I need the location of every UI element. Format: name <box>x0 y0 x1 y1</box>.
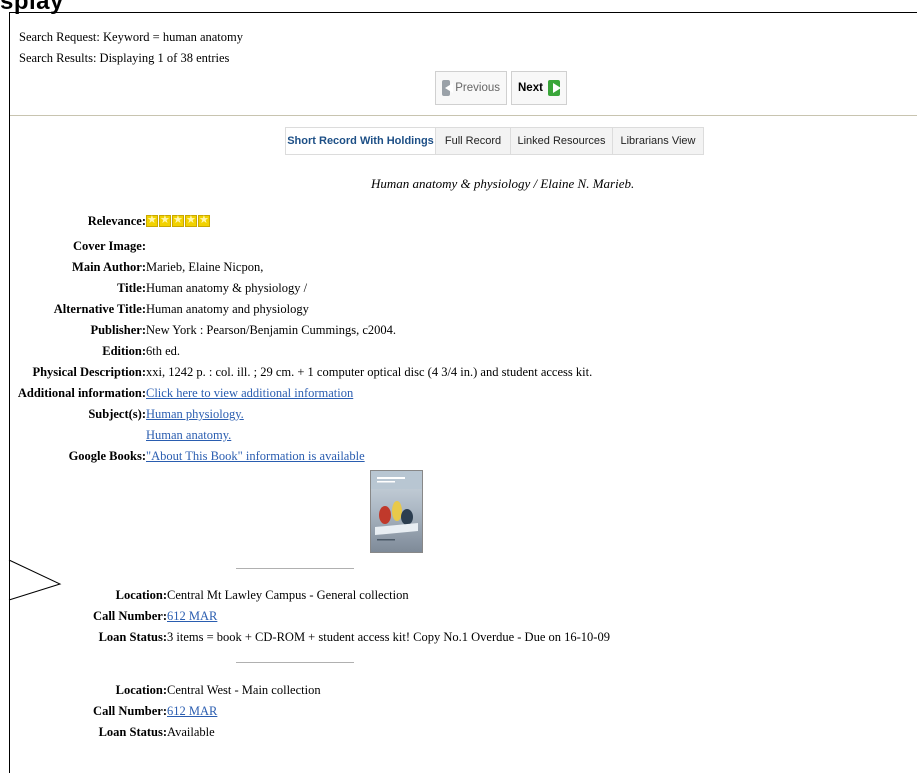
star-icon <box>172 213 184 227</box>
record-tabs: Short Record With Holdings Full Record L… <box>285 127 704 155</box>
holding-1-loan-status-value: 3 items = book + CD-ROM + student access… <box>167 630 610 644</box>
holding-2-location-label: Location: <box>115 683 167 697</box>
record-title: Human anatomy & physiology / Elaine N. M… <box>371 176 635 191</box>
field-subjects-cont: Human anatomy. <box>0 428 917 446</box>
publisher-label: Publisher: <box>90 323 146 337</box>
title-value: Human anatomy & physiology / <box>146 281 308 295</box>
holding-divider-1 <box>236 568 354 569</box>
field-main-author: Main Author: Marieb, Elaine Nicpon, <box>0 260 917 278</box>
book-cover-thumbnail[interactable] <box>370 470 423 553</box>
holding-divider-2 <box>236 662 354 663</box>
holding-2-call-number: Call Number: 612 MAR <box>0 704 917 722</box>
header-divider <box>10 115 917 116</box>
edition-label: Edition: <box>102 344 146 358</box>
star-icon <box>185 213 197 227</box>
star-icon <box>146 213 158 227</box>
next-label: Next <box>518 82 543 94</box>
holding-1-call-number-link[interactable]: 612 MAR <box>167 609 217 624</box>
relevance-stars <box>146 213 210 229</box>
title-label: Title: <box>117 281 146 295</box>
alternative-title-label: Alternative Title: <box>53 302 146 316</box>
holding-1-loan-status-label: Loan Status: <box>98 630 167 644</box>
cover-image-label: Cover Image: <box>72 239 146 253</box>
book-cover-art <box>371 471 422 541</box>
subject-link-human-anatomy[interactable]: Human anatomy. <box>146 428 231 443</box>
google-books-label: Google Books: <box>68 449 146 463</box>
publisher-value: New York : Pearson/Benjamin Cummings, c2… <box>146 323 396 337</box>
holding-1-location: Location: Central Mt Lawley Campus - Gen… <box>0 588 917 606</box>
search-request: Search Request: Keyword = human anatomy <box>19 30 244 44</box>
holding-2-call-number-link[interactable]: 612 MAR <box>167 704 217 719</box>
field-subjects: Subject(s): Human physiology. <box>0 407 917 425</box>
star-icon <box>198 213 210 227</box>
field-physical-description: Physical Description: xxi, 1242 p. : col… <box>0 365 917 383</box>
main-author-label: Main Author: <box>72 260 146 274</box>
holding-1-call-number: Call Number: 612 MAR <box>0 609 917 627</box>
additional-information-link[interactable]: Click here to view additional informatio… <box>146 386 353 401</box>
physical-description-value: xxi, 1242 p. : col. ill. ; 29 cm. + 1 co… <box>146 365 593 379</box>
previous-button[interactable]: Previous <box>435 71 507 105</box>
tab-short-record[interactable]: Short Record With Holdings <box>285 127 436 155</box>
field-publisher: Publisher: New York : Pearson/Benjamin C… <box>0 323 917 341</box>
field-title: Title: Human anatomy & physiology / <box>0 281 917 299</box>
physical-description-label: Physical Description: <box>32 365 146 379</box>
alternative-title-value: Human anatomy and physiology <box>146 302 309 316</box>
holding-1-location-label: Location: <box>115 588 167 602</box>
field-cover-image: Cover Image: <box>0 239 917 257</box>
subject-link-human-physiology[interactable]: Human physiology. <box>146 407 244 422</box>
holding-2-loan-status: Loan Status: Available <box>0 725 917 743</box>
arrow-right-icon <box>547 80 562 96</box>
holding-1-call-number-label: Call Number: <box>93 609 167 623</box>
additional-information-label: Additional information: <box>17 386 146 400</box>
field-edition: Edition: 6th ed. <box>0 344 917 362</box>
main-author-value: Marieb, Elaine Nicpon, <box>146 260 264 274</box>
holding-2-location-value: Central West - Main collection <box>167 683 321 697</box>
holding-1-location-value: Central Mt Lawley Campus - General colle… <box>167 588 409 602</box>
tab-full-record[interactable]: Full Record <box>435 127 511 155</box>
next-button[interactable]: Next <box>511 71 567 105</box>
field-alternative-title: Alternative Title: Human anatomy and phy… <box>0 302 917 320</box>
pager: Previous Next <box>435 71 567 105</box>
field-google-books: Google Books: "About This Book" informat… <box>0 449 917 467</box>
star-icon <box>159 213 171 227</box>
holding-2-loan-status-value: Available <box>167 725 215 739</box>
holding-2-loan-status-label: Loan Status: <box>98 725 167 739</box>
field-relevance: Relevance: <box>0 213 917 232</box>
tab-librarians-view[interactable]: Librarians View <box>612 127 704 155</box>
subjects-label: Subject(s): <box>88 407 146 421</box>
previous-label: Previous <box>455 82 500 94</box>
holding-1-loan-status: Loan Status: 3 items = book + CD-ROM + s… <box>0 630 917 648</box>
holding-2-call-number-label: Call Number: <box>93 704 167 718</box>
field-additional-information: Additional information: Click here to vi… <box>0 386 917 404</box>
google-books-link[interactable]: "About This Book" information is availab… <box>146 449 365 464</box>
search-results: Search Results: Displaying 1 of 38 entri… <box>19 51 230 65</box>
relevance-label: Relevance: <box>87 214 146 228</box>
edition-value: 6th ed. <box>146 344 181 358</box>
tab-linked-resources[interactable]: Linked Resources <box>510 127 613 155</box>
holding-2-location: Location: Central West - Main collection <box>0 683 917 701</box>
arrow-left-icon <box>442 80 454 96</box>
